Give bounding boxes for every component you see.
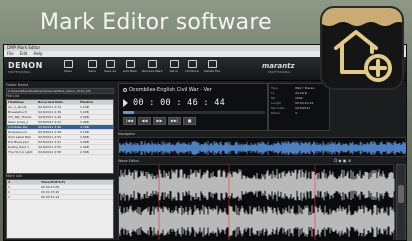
home-plus-icon (322, 8, 402, 82)
wave-editor-label: Wave Editor (118, 159, 140, 163)
denon-logo: DENON (8, 61, 43, 70)
file-list[interactable]: FileName Recorded Date FileSize Arc_C_No… (6, 99, 114, 174)
stop-button[interactable]: ■ (183, 117, 196, 125)
skip-back-button[interactable]: |◀◀ (123, 117, 136, 125)
marantz-logo: marantz (262, 62, 295, 70)
list-item[interactable]: 3 00:02:51:14 (7, 195, 113, 200)
trash-icon (207, 60, 217, 68)
overview-wave (119, 141, 406, 155)
app-icon (320, 6, 404, 90)
column-header[interactable]: FileSize (79, 100, 113, 104)
denon-subtitle: PROFESSIONAL (8, 70, 31, 74)
track-title: Ocombiles-English Civil War - Ver (123, 87, 212, 93)
mark-list[interactable]: # Time(H:M:S:F) 1 00:00:12:05 2 00:01:33:2… (6, 179, 114, 239)
player-panel: Ocombiles-English Civil War - Ver 00 : 0… (118, 83, 268, 131)
add-mark-icon (125, 60, 135, 68)
timecode-display: 00 : 00 : 46 : 44 (133, 98, 226, 108)
wave-editor[interactable] (118, 164, 395, 240)
left-panel: Folder Name C:\Users\Mark\Desktop\Sessio… (6, 83, 114, 240)
disc-icon (123, 87, 127, 92)
detail-wave (119, 165, 395, 240)
navigator-waveform[interactable] (118, 137, 406, 157)
folder-icon (63, 60, 73, 68)
combine-button[interactable]: Combine (182, 60, 202, 78)
save-icon (87, 60, 97, 68)
banner-title: Mark Editor software (40, 10, 272, 35)
vertical-scrollbar[interactable] (396, 164, 406, 240)
combine-icon (187, 60, 197, 68)
column-header[interactable]: # (7, 180, 41, 184)
open-button[interactable]: Open (58, 60, 78, 78)
zoom-tools[interactable]: Q ◆ ▣ ⊕ (334, 158, 351, 163)
add-mark-button[interactable]: Add Mark (120, 60, 140, 78)
promo-stage: Mark Editor software DMP Mark Editor Fil… (0, 0, 412, 241)
skip-forward-button[interactable]: ▶▶| (168, 117, 181, 125)
delete-file-button[interactable]: Delete File (202, 60, 222, 78)
position-slider[interactable] (123, 111, 265, 114)
column-header[interactable]: Recorded Date (37, 100, 79, 104)
navigator-label: Navigator (118, 132, 136, 136)
file-info-panel: Type WAV / Stereo Fs 44.1kHz Bit 16bit Leng… (268, 83, 330, 131)
position-fill (123, 111, 135, 114)
column-header[interactable]: Time(H:M:S:F) (41, 180, 111, 184)
remove-mark-button[interactable]: Remove Mark (142, 60, 163, 78)
remove-mark-icon (147, 60, 157, 68)
play-icon[interactable] (123, 99, 128, 107)
info-row: Marks 3 (271, 111, 297, 115)
save-as-button[interactable]: Save As (100, 60, 120, 78)
table-row[interactable]: The Horn's Light 9/18/2011 2:58 2.3KB (7, 150, 113, 155)
save-button[interactable]: Save (82, 60, 102, 78)
marantz-subtitle: PROFESSIONAL (268, 70, 291, 74)
scroll-thumb[interactable] (398, 185, 404, 203)
save-as-icon (105, 60, 115, 68)
set-in-button[interactable]: Set In (164, 60, 184, 78)
set-in-icon (169, 60, 179, 68)
rewind-button[interactable]: ◀◀ (138, 117, 151, 125)
fast-forward-button[interactable]: ▶▶ (153, 117, 166, 125)
column-header[interactable]: FileName (7, 100, 37, 104)
